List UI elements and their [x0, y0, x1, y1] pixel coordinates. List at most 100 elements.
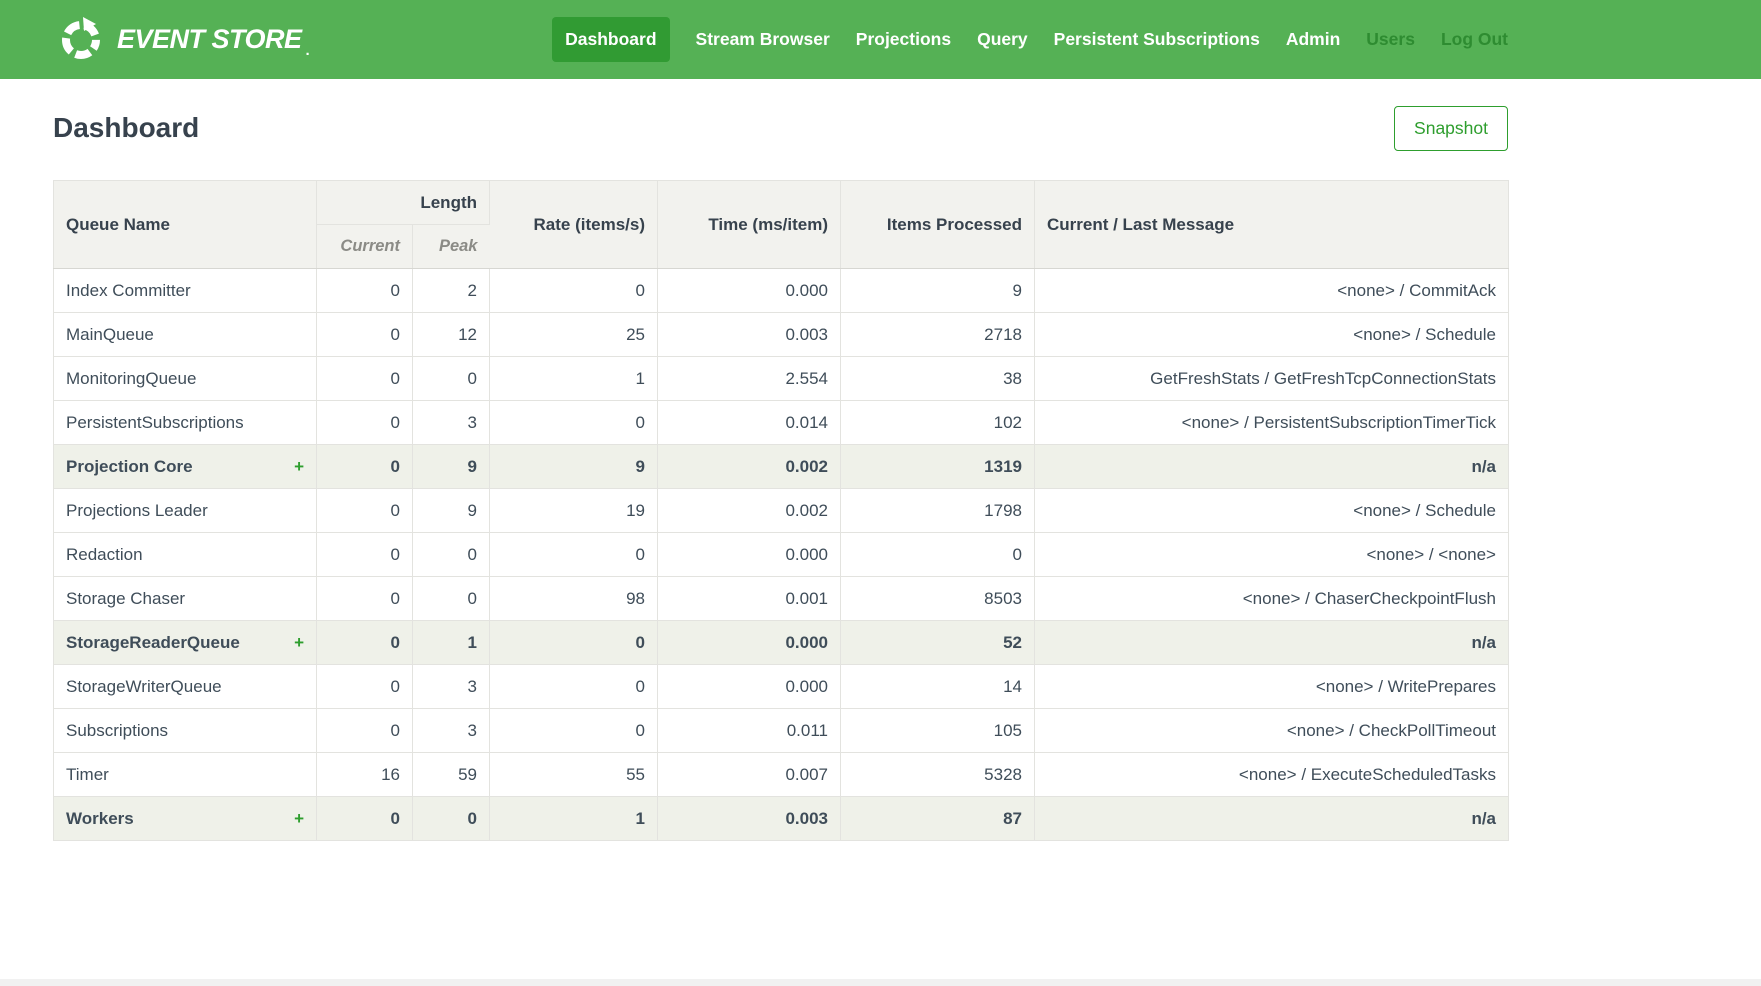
- message-cell: <none> / WritePrepares: [1035, 665, 1509, 709]
- time-cell: 0.002: [658, 489, 841, 533]
- queue-table-header: Queue Name Length Rate (items/s) Time (m…: [54, 181, 1509, 269]
- nav-dashboard[interactable]: Dashboard: [552, 17, 669, 62]
- queue-name-cell: Projection Core +: [54, 445, 317, 489]
- time-cell: 0.000: [658, 533, 841, 577]
- items-processed-cell: 0: [841, 533, 1035, 577]
- nav-projections[interactable]: Projections: [856, 29, 951, 50]
- length-current-cell: 16: [317, 753, 413, 797]
- length-current-cell: 0: [317, 445, 413, 489]
- queue-name-cell: StorageWriterQueue: [54, 665, 317, 709]
- col-header-peak: Peak: [413, 225, 490, 269]
- col-header-rate: Rate (items/s): [490, 181, 658, 269]
- time-cell: 0.003: [658, 797, 841, 841]
- queue-name-cell: PersistentSubscriptions: [54, 401, 317, 445]
- queue-name-cell: Workers +: [54, 797, 317, 841]
- length-current-cell: 0: [317, 709, 413, 753]
- nav-persistent-subscriptions[interactable]: Persistent Subscriptions: [1054, 29, 1260, 50]
- queue-name-cell: Redaction: [54, 533, 317, 577]
- items-processed-cell: 52: [841, 621, 1035, 665]
- length-current-cell: 0: [317, 797, 413, 841]
- length-peak-cell: 0: [413, 797, 490, 841]
- expand-group-icon[interactable]: +: [294, 457, 304, 477]
- queue-name-cell: Projections Leader: [54, 489, 317, 533]
- expand-group-icon[interactable]: +: [294, 633, 304, 653]
- queue-group-row: StorageReaderQueue+0100.00052n/a: [54, 621, 1509, 665]
- top-navigation-bar: EVENT STORE . Dashboard Stream Browser P…: [0, 0, 1761, 79]
- nav-users[interactable]: Users: [1366, 29, 1415, 50]
- message-cell: GetFreshStats / GetFreshTcpConnectionSta…: [1035, 357, 1509, 401]
- message-cell: <none> / ExecuteScheduledTasks: [1035, 753, 1509, 797]
- snapshot-button[interactable]: Snapshot: [1394, 106, 1508, 151]
- length-peak-cell: 3: [413, 401, 490, 445]
- queue-name: StorageReaderQueue: [66, 633, 240, 652]
- expand-group-icon[interactable]: +: [294, 809, 304, 829]
- queue-name: Redaction: [66, 545, 143, 564]
- queue-name: PersistentSubscriptions: [66, 413, 244, 432]
- queue-row: MonitoringQueue0012.55438GetFreshStats /…: [54, 357, 1509, 401]
- length-current-cell: 0: [317, 621, 413, 665]
- length-current-cell: 0: [317, 357, 413, 401]
- queue-name-cell: Subscriptions: [54, 709, 317, 753]
- length-current-cell: 0: [317, 313, 413, 357]
- time-cell: 0.007: [658, 753, 841, 797]
- queue-row: Subscriptions0300.011105<none> / CheckPo…: [54, 709, 1509, 753]
- message-cell: <none> / CheckPollTimeout: [1035, 709, 1509, 753]
- queue-row: Redaction0000.0000<none> / <none>: [54, 533, 1509, 577]
- queue-name-cell: MainQueue: [54, 313, 317, 357]
- queue-row: Index Committer0200.0009<none> / CommitA…: [54, 269, 1509, 313]
- queue-name: MonitoringQueue: [66, 369, 196, 388]
- items-processed-cell: 5328: [841, 753, 1035, 797]
- queue-name: Subscriptions: [66, 721, 168, 740]
- items-processed-cell: 9: [841, 269, 1035, 313]
- message-cell: <none> / Schedule: [1035, 489, 1509, 533]
- length-current-cell: 0: [317, 533, 413, 577]
- nav-log-out[interactable]: Log Out: [1441, 29, 1508, 50]
- length-current-cell: 0: [317, 269, 413, 313]
- length-peak-cell: 0: [413, 357, 490, 401]
- length-peak-cell: 2: [413, 269, 490, 313]
- col-header-current: Current: [317, 225, 413, 269]
- page-header: Dashboard Snapshot: [53, 105, 1508, 151]
- queue-name: Storage Chaser: [66, 589, 185, 608]
- queue-name: Projections Leader: [66, 501, 208, 520]
- rate-cell: 0: [490, 401, 658, 445]
- nav-query[interactable]: Query: [977, 29, 1028, 50]
- queue-name: StorageWriterQueue: [66, 677, 222, 696]
- circular-arrows-icon: [58, 17, 104, 63]
- queue-row: Projections Leader09190.0021798<none> / …: [54, 489, 1509, 533]
- col-header-message: Current / Last Message: [1035, 181, 1509, 269]
- rate-cell: 0: [490, 621, 658, 665]
- rate-cell: 55: [490, 753, 658, 797]
- queue-name: Workers: [66, 809, 134, 828]
- queue-table-body: Index Committer0200.0009<none> / CommitA…: [54, 269, 1509, 841]
- queue-name-cell: Index Committer: [54, 269, 317, 313]
- time-cell: 0.003: [658, 313, 841, 357]
- queue-row: StorageWriterQueue0300.00014<none> / Wri…: [54, 665, 1509, 709]
- rate-cell: 19: [490, 489, 658, 533]
- items-processed-cell: 105: [841, 709, 1035, 753]
- page-title: Dashboard: [53, 112, 199, 144]
- rate-cell: 0: [490, 269, 658, 313]
- length-peak-cell: 12: [413, 313, 490, 357]
- length-peak-cell: 0: [413, 577, 490, 621]
- event-store-logo[interactable]: EVENT STORE .: [58, 17, 310, 63]
- time-cell: 0.000: [658, 621, 841, 665]
- rate-cell: 0: [490, 533, 658, 577]
- message-cell: <none> / <none>: [1035, 533, 1509, 577]
- queue-name: Projection Core: [66, 457, 193, 476]
- message-cell: <none> / ChaserCheckpointFlush: [1035, 577, 1509, 621]
- queue-group-row: Projection Core+0990.0021319n/a: [54, 445, 1509, 489]
- rate-cell: 98: [490, 577, 658, 621]
- nav-stream-browser[interactable]: Stream Browser: [696, 29, 830, 50]
- rate-cell: 9: [490, 445, 658, 489]
- logo-text: EVENT STORE: [117, 24, 302, 55]
- length-peak-cell: 59: [413, 753, 490, 797]
- queue-row: Timer1659550.0075328<none> / ExecuteSche…: [54, 753, 1509, 797]
- items-processed-cell: 8503: [841, 577, 1035, 621]
- time-cell: 2.554: [658, 357, 841, 401]
- nav-admin[interactable]: Admin: [1286, 29, 1340, 50]
- horizontal-scrollbar[interactable]: [0, 979, 1761, 986]
- time-cell: 0.000: [658, 665, 841, 709]
- items-processed-cell: 87: [841, 797, 1035, 841]
- length-peak-cell: 9: [413, 445, 490, 489]
